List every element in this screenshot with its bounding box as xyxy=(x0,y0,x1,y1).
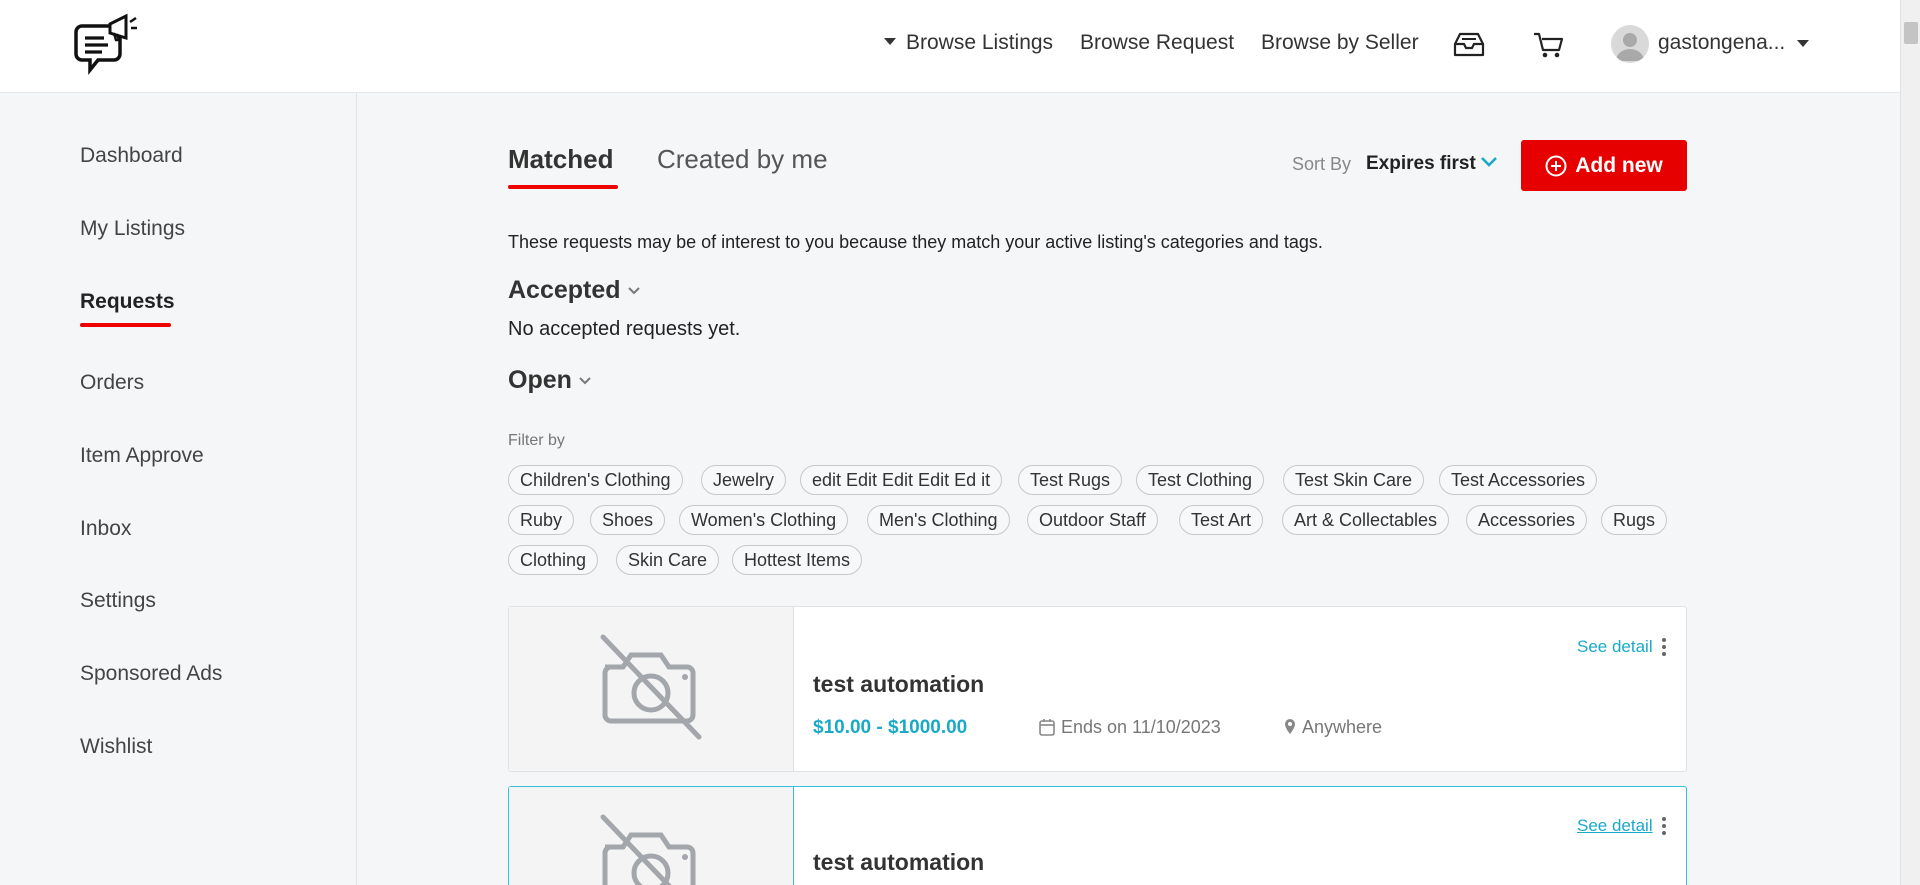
filter-chip[interactable]: Shoes xyxy=(590,505,666,535)
filter-chip[interactable]: Skin Care xyxy=(616,545,720,575)
see-detail-link[interactable]: See detail xyxy=(1577,637,1653,657)
filter-chip[interactable]: Men's Clothing xyxy=(867,505,1010,535)
calendar-icon xyxy=(1039,719,1055,736)
sidebar-item-dashboard[interactable]: Dashboard xyxy=(80,144,183,168)
scrollbar-thumb[interactable] xyxy=(1904,22,1918,44)
filter-chip[interactable]: Hottest Items xyxy=(732,545,863,575)
top-header: Browse Listings Browse Request Browse by… xyxy=(0,0,1900,93)
sidebar-item-orders[interactable]: Orders xyxy=(80,371,144,395)
filter-chip[interactable]: Clothing xyxy=(508,545,599,575)
tab-matched[interactable]: Matched xyxy=(508,144,613,175)
tab-created-by-me[interactable]: Created by me xyxy=(657,144,828,175)
filter-chip[interactable]: Test Clothing xyxy=(1136,465,1265,495)
open-section-toggle[interactable]: Open xyxy=(508,366,592,395)
filter-chip[interactable]: Test Skin Care xyxy=(1283,465,1425,495)
logo-megaphone-chat-icon[interactable] xyxy=(74,12,140,80)
sort-select[interactable]: Expires first xyxy=(1366,153,1476,175)
nav-browse-by-seller[interactable]: Browse by Seller xyxy=(1261,31,1419,55)
see-detail-link[interactable]: See detail xyxy=(1577,816,1653,836)
cart-icon[interactable] xyxy=(1532,30,1566,60)
no-camera-icon xyxy=(600,634,702,740)
filter-chip[interactable]: Ruby xyxy=(508,505,575,535)
request-card[interactable]: test automation See detail xyxy=(508,786,1687,885)
card-end-date: Ends on 11/10/2023 xyxy=(1039,717,1221,738)
add-new-button[interactable]: Add new xyxy=(1521,140,1687,191)
filter-chip[interactable]: Test Accessories xyxy=(1439,465,1598,495)
card-price-range: $10.00 - $1000.00 xyxy=(813,717,968,738)
filter-chip[interactable]: Jewelry xyxy=(701,465,787,495)
chevron-down-icon[interactable] xyxy=(1480,154,1498,168)
card-title[interactable]: test automation xyxy=(813,849,984,876)
sidebar-item-requests[interactable]: Requests xyxy=(80,290,175,314)
avatar[interactable] xyxy=(1611,25,1649,63)
filter-chip[interactable]: edit Edit Edit Edit Ed it xyxy=(800,465,1003,495)
nav-browse-listings[interactable]: Browse Listings xyxy=(884,31,1053,55)
card-image-placeholder xyxy=(509,787,794,885)
plus-circle-icon xyxy=(1545,155,1567,176)
sidebar-item-sponsored-ads[interactable]: Sponsored Ads xyxy=(80,662,222,686)
sort-label: Sort By xyxy=(1292,154,1352,174)
intro-text: These requests may be of interest to you… xyxy=(508,232,1323,252)
user-silhouette-icon xyxy=(1616,33,1644,61)
filter-chip[interactable]: Accessories xyxy=(1466,505,1588,535)
filter-chip[interactable]: Art & Collectables xyxy=(1282,505,1450,535)
filter-label: Filter by xyxy=(508,432,565,449)
page-scrollbar[interactable] xyxy=(1900,0,1920,885)
sidebar-item-settings[interactable]: Settings xyxy=(80,589,156,613)
tab-active-indicator xyxy=(508,185,618,189)
no-camera-icon xyxy=(600,814,696,885)
location-pin-icon xyxy=(1285,719,1295,734)
accepted-empty-message: No accepted requests yet. xyxy=(508,318,741,340)
sidebar-item-wishlist[interactable]: Wishlist xyxy=(80,735,152,759)
sidebar-item-inbox[interactable]: Inbox xyxy=(80,517,131,541)
sidebar-active-indicator xyxy=(80,323,171,327)
filter-chip[interactable]: Rugs xyxy=(1601,505,1668,535)
sidebar-item-my-listings[interactable]: My Listings xyxy=(80,217,185,241)
chevron-down-icon xyxy=(579,377,591,385)
filter-chip[interactable]: Test Art xyxy=(1179,505,1264,535)
card-location: Anywhere xyxy=(1284,717,1382,738)
user-name[interactable]: gastongena... xyxy=(1658,31,1785,55)
filter-chip[interactable]: Outdoor Staff xyxy=(1027,505,1158,535)
card-title[interactable]: test automation xyxy=(813,671,984,698)
card-image-placeholder xyxy=(509,607,794,771)
caret-down-icon xyxy=(884,37,896,45)
more-options-icon[interactable] xyxy=(1661,637,1667,657)
nav-browse-request[interactable]: Browse Request xyxy=(1080,31,1234,55)
chevron-down-icon xyxy=(627,287,640,295)
filter-chip[interactable]: Women's Clothing xyxy=(679,505,849,535)
filter-chip[interactable]: Test Rugs xyxy=(1018,465,1123,495)
filter-chip[interactable]: Children's Clothing xyxy=(508,465,683,495)
request-card[interactable]: test automation $10.00 - $1000.00 Ends o… xyxy=(508,606,1687,772)
more-options-icon[interactable] xyxy=(1661,816,1667,836)
sidebar: Dashboard My Listings Requests Orders It… xyxy=(0,93,357,885)
user-menu-caret-icon[interactable] xyxy=(1797,40,1809,47)
accepted-section-toggle[interactable]: Accepted xyxy=(508,276,641,305)
sidebar-item-item-approve[interactable]: Item Approve xyxy=(80,444,204,468)
inbox-tray-icon[interactable] xyxy=(1452,30,1486,60)
